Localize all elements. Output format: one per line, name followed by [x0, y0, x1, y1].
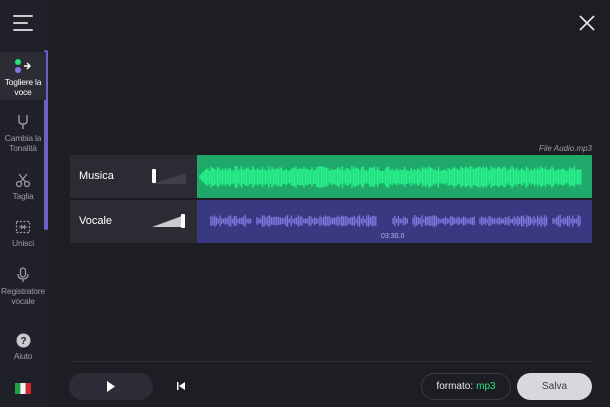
language-selector[interactable]	[0, 383, 46, 395]
sidebar-item-label: Togliere la voce	[4, 77, 42, 97]
svg-text:?: ?	[20, 336, 26, 347]
play-icon	[107, 381, 115, 392]
close-icon	[579, 15, 595, 31]
skip-to-start-button[interactable]	[174, 379, 188, 393]
sidebar-item-cut[interactable]: Taglia	[0, 172, 46, 202]
help-label: Aiuto	[13, 351, 33, 361]
scissors-icon	[15, 173, 31, 188]
tuning-fork-icon	[18, 115, 28, 129]
track-music: Musica	[70, 155, 592, 198]
sidebar-item-remove-voice[interactable]: Togliere la voce	[0, 52, 46, 100]
skip-back-icon	[177, 382, 185, 390]
format-value: mp3	[476, 381, 496, 392]
sidebar-item-label: Taglia	[12, 191, 34, 201]
format-selector[interactable]: formato: mp3	[421, 373, 511, 400]
time-marker: 03:30.0	[381, 233, 405, 240]
sidebar-item-merge[interactable]: Unisci	[0, 219, 46, 249]
format-label: formato:	[436, 381, 474, 392]
footer-divider	[70, 361, 592, 362]
close-button[interactable]	[576, 12, 598, 34]
volume-slider-music[interactable]	[152, 168, 186, 184]
microphone-icon	[17, 267, 29, 282]
sidebar-item-voice-recorder[interactable]: Registratore vocale	[0, 267, 46, 307]
sidebar-item-label: Cambia la Tonalità	[4, 133, 42, 153]
sidebar-item-label: Registratore vocale	[1, 286, 45, 306]
remove-voice-icon	[15, 59, 31, 73]
hamburger-menu-icon[interactable]	[13, 15, 33, 31]
waveform-music[interactable]	[197, 155, 592, 198]
sidebar-item-help[interactable]: ? Aiuto	[0, 333, 46, 361]
help-icon: ?	[16, 333, 30, 348]
file-name: File Audio.mp3	[538, 144, 592, 153]
play-button[interactable]	[69, 373, 153, 400]
sidebar-item-change-pitch[interactable]: Cambia la Tonalità	[0, 114, 46, 160]
italy-flag-icon	[15, 383, 31, 394]
track-vocal: Vocale 03:30.0	[70, 200, 592, 243]
track-label-vocal: Vocale	[79, 215, 113, 227]
volume-slider-handle[interactable]	[181, 214, 185, 228]
merge-icon	[15, 220, 31, 234]
sidebar: Togliere la voce Cambia la Tonalità Tagl…	[0, 0, 48, 407]
volume-slider-handle[interactable]	[152, 169, 156, 183]
sidebar-item-label: Unisci	[12, 238, 34, 248]
volume-slider-vocal[interactable]	[152, 213, 186, 229]
save-button[interactable]: Salva	[517, 373, 592, 400]
track-label-music: Musica	[79, 170, 114, 182]
